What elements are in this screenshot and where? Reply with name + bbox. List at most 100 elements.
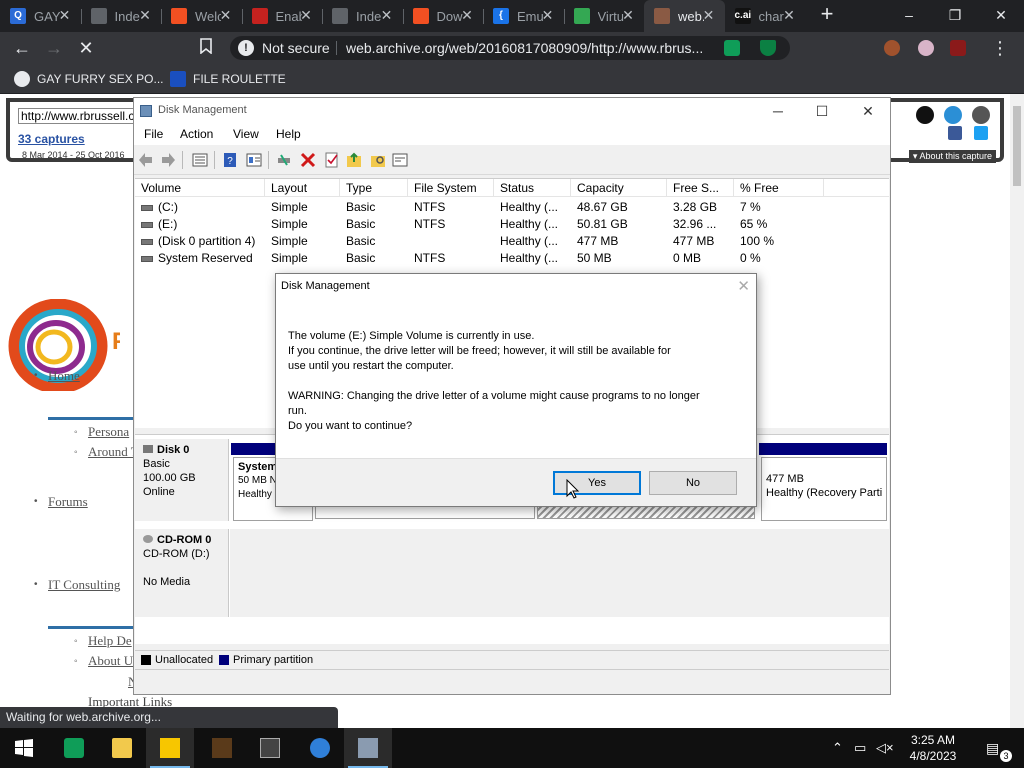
browser-tab[interactable]: Dow ✕ (403, 0, 484, 32)
browser-tab[interactable]: {Emu ✕ (483, 0, 564, 32)
col-volume[interactable]: Volume (135, 179, 265, 197)
about-capture-button[interactable]: ▾ About this capture (908, 150, 996, 163)
browser-tab[interactable]: c.ai char ✕ (725, 0, 806, 32)
address-bar[interactable]: ! Not secure web.archive.org/web/2016081… (230, 36, 790, 60)
new-tab-button[interactable]: + (816, 3, 838, 26)
info-icon[interactable]: ! (238, 40, 254, 56)
tab-close-icon[interactable]: ✕ (137, 8, 153, 24)
properties-icon[interactable] (246, 152, 262, 168)
extension-hidden-icon[interactable] (852, 40, 868, 56)
console-icon[interactable] (392, 152, 408, 168)
extension-sheets-icon[interactable] (724, 40, 740, 56)
back-arrow-icon[interactable] (138, 152, 154, 168)
taskbar-sticky-notes[interactable] (146, 728, 194, 768)
tray-overflow-icon[interactable]: ⌃ (832, 740, 843, 756)
scrollbar-thumb[interactable] (1013, 106, 1021, 186)
recovery-partition[interactable]: 477 MB Healthy (Recovery Parti (761, 457, 887, 521)
bookmark-page-button[interactable] (196, 38, 216, 58)
taskbar-game-app[interactable] (198, 728, 246, 768)
dm-titlebar[interactable]: Disk Management ─ ☐ ✕ (134, 98, 890, 123)
tab-close-icon[interactable]: ✕ (459, 8, 475, 24)
menu-view[interactable]: View (233, 127, 259, 141)
no-button[interactable]: No (649, 471, 737, 495)
dm-maximize-button[interactable]: ☐ (802, 100, 842, 122)
browser-tab[interactable]: Welc ✕ (161, 0, 242, 32)
browser-tab[interactable]: Virtu ✕ (564, 0, 645, 32)
facebook-icon[interactable] (948, 126, 962, 140)
col-capacity[interactable]: Capacity (571, 179, 667, 197)
wayback-url-input[interactable]: http://www.rbrussell.co (18, 108, 142, 124)
tab-close-icon[interactable]: ✕ (701, 8, 717, 24)
bookmark-item[interactable]: FILE ROULETTE (170, 71, 286, 87)
tab-close-icon[interactable]: ✕ (540, 8, 556, 24)
forward-button[interactable]: → (44, 38, 64, 58)
cdrom0-label[interactable]: CD-ROM 0 CD-ROM (D:) No Media (135, 529, 229, 617)
tab-close-icon[interactable]: ✕ (379, 8, 395, 24)
browser-minimize-button[interactable]: – (886, 0, 932, 30)
volume-row[interactable]: System Reserved Simple Basic NTFS Healthy (.… (135, 250, 889, 267)
taskbar-file-explorer[interactable] (98, 728, 146, 768)
extension-avatar-icon[interactable] (884, 40, 900, 56)
start-button[interactable] (0, 728, 48, 768)
action-center-icon[interactable]: ▤ (986, 740, 999, 757)
browser-tab[interactable]: Q GAY ✕ (0, 0, 81, 32)
browser-tab[interactable]: Enab✕ (242, 0, 323, 32)
page-scrollbar[interactable] (1010, 94, 1024, 728)
dialog-titlebar[interactable]: Disk Management ✕ (276, 274, 756, 298)
sub-link[interactable]: Help De (88, 633, 132, 649)
browser-tab[interactable]: Inde ✕ (322, 0, 403, 32)
forward-arrow-icon[interactable] (160, 152, 176, 168)
menu-file[interactable]: File (144, 127, 163, 141)
search-folder-icon[interactable] (370, 152, 386, 168)
col-status[interactable]: Status (494, 179, 571, 197)
sub-link[interactable]: About U (88, 653, 133, 669)
tab-close-icon[interactable]: ✕ (57, 8, 73, 24)
col-type[interactable]: Type (340, 179, 408, 197)
dm-close-button[interactable]: ✕ (848, 100, 888, 122)
account-icon[interactable] (916, 106, 934, 124)
taskbar-disk-management[interactable] (344, 728, 392, 768)
nav-home-link[interactable]: Home (48, 368, 80, 384)
tab-close-icon[interactable]: ✕ (781, 8, 797, 24)
sub-link[interactable]: Around T (88, 444, 139, 460)
col-free-space[interactable]: Free S... (667, 179, 734, 197)
taskbar-sheets-app[interactable] (50, 728, 98, 768)
nav-it-consulting-link[interactable]: IT Consulting (48, 577, 120, 593)
tab-close-icon[interactable]: ✕ (218, 8, 234, 24)
volume-muted-icon[interactable]: ◁× (876, 740, 894, 756)
dm-minimize-button[interactable]: ─ (758, 100, 798, 122)
tab-close-icon[interactable]: ✕ (298, 8, 314, 24)
volume-row[interactable]: (Disk 0 partition 4) Simple Basic Healthy (… (135, 233, 889, 250)
bookmark-item[interactable]: GAY FURRY SEX PO... (14, 71, 164, 87)
connect-drive-icon[interactable] (276, 152, 292, 168)
list-view-icon[interactable] (192, 152, 208, 168)
sub-link[interactable]: Persona (88, 424, 129, 440)
volume-row[interactable]: (E:) Simple Basic NTFS Healthy (... 50.81 GB 3… (135, 216, 889, 233)
browser-menu-button[interactable]: ⋮ (990, 38, 1010, 58)
taskbar-calculator[interactable] (246, 728, 294, 768)
nav-forums-link[interactable]: Forums (48, 494, 88, 510)
delete-icon[interactable] (300, 152, 316, 168)
col-layout[interactable]: Layout (265, 179, 340, 197)
network-status-icon[interactable]: ▭ (854, 740, 866, 756)
check-properties-icon[interactable] (324, 152, 340, 168)
url-text[interactable]: web.archive.org/web/20160817080909/http:… (346, 40, 720, 56)
browser-close-button[interactable]: ✕ (978, 0, 1024, 30)
extension-ublock-icon[interactable] (950, 40, 966, 56)
close-icon[interactable] (972, 106, 990, 124)
dialog-close-button[interactable]: ✕ (737, 277, 750, 295)
browser-tab[interactable]: web. ✕ (644, 0, 725, 32)
wayback-captures-link[interactable]: 33 captures (18, 132, 85, 146)
col-percent-free[interactable]: % Free (734, 179, 824, 197)
back-button[interactable]: ← (12, 38, 32, 58)
menu-action[interactable]: Action (180, 127, 213, 141)
browser-restore-button[interactable]: ❐ (932, 0, 978, 30)
up-folder-icon[interactable] (346, 152, 362, 168)
extension-flag-icon[interactable] (918, 40, 934, 56)
browser-tab[interactable]: Inde ✕ (81, 0, 162, 32)
stop-loading-button[interactable]: ✕ (76, 38, 96, 58)
extension-shield-icon[interactable] (760, 40, 776, 56)
taskbar-clock[interactable]: 3:25 AM 4/8/2023 (896, 732, 970, 764)
col-file-system[interactable]: File System (408, 179, 494, 197)
disk0-label[interactable]: Disk 0 Basic 100.00 GB Online (135, 439, 229, 521)
